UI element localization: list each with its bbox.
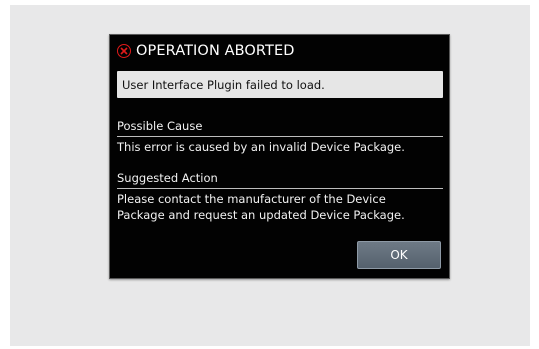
suggested-action-line-1: Please contact the manufacturer of the D… (117, 192, 386, 206)
suggested-action-text: Please contact the manufacturer of the D… (117, 191, 447, 223)
ok-button[interactable]: OK (357, 241, 441, 269)
suggested-action-line-2: Package and request an updated Device Pa… (117, 208, 405, 222)
suggested-action-divider (117, 188, 443, 189)
possible-cause-text: This error is caused by an invalid Devic… (117, 140, 405, 154)
suggested-action-heading: Suggested Action (117, 171, 218, 185)
error-dialog: OPERATION ABORTED User Interface Plugin … (109, 34, 450, 279)
dialog-title-bar: OPERATION ABORTED (117, 40, 295, 62)
possible-cause-divider (117, 136, 443, 137)
error-circle-icon (117, 44, 131, 58)
error-message: User Interface Plugin failed to load. (117, 71, 443, 98)
dialog-title: OPERATION ABORTED (136, 43, 295, 59)
possible-cause-heading: Possible Cause (117, 119, 203, 133)
